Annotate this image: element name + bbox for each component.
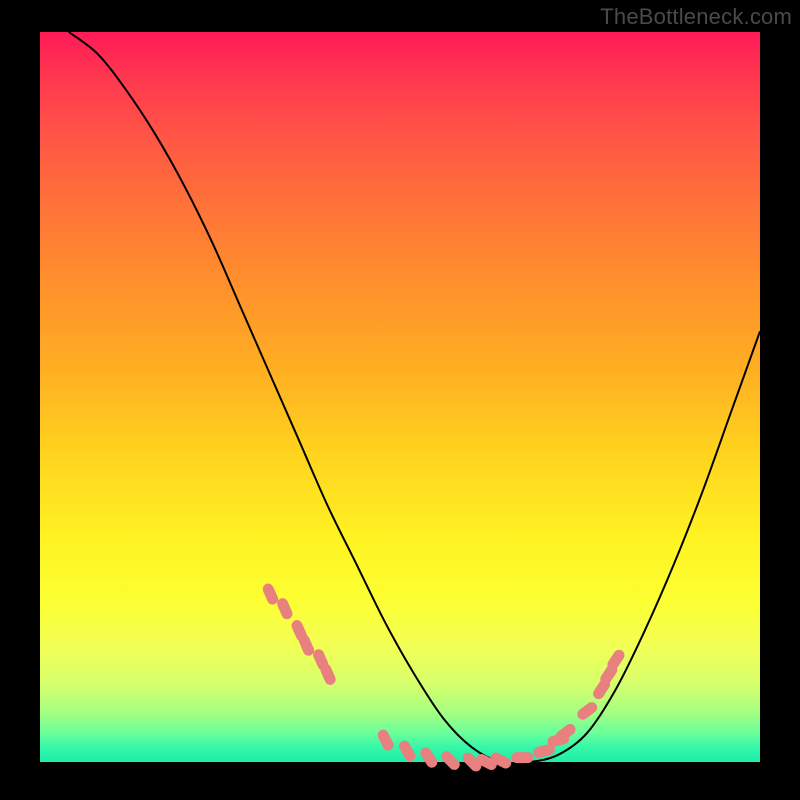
marker-group [261,582,627,774]
marker-pill [418,745,439,769]
marker-pill [439,749,462,772]
marker-pill [261,582,280,607]
marker-pill [275,596,294,621]
plot-area [40,32,760,762]
marker-pill [575,700,599,722]
marker-pill [376,728,396,753]
chart-frame: TheBottleneck.com [0,0,800,800]
bottleneck-curve [69,32,760,763]
curve-layer [40,32,760,762]
marker-pill [397,739,417,764]
watermark-text: TheBottleneck.com [600,4,792,30]
marker-pill [511,752,533,763]
